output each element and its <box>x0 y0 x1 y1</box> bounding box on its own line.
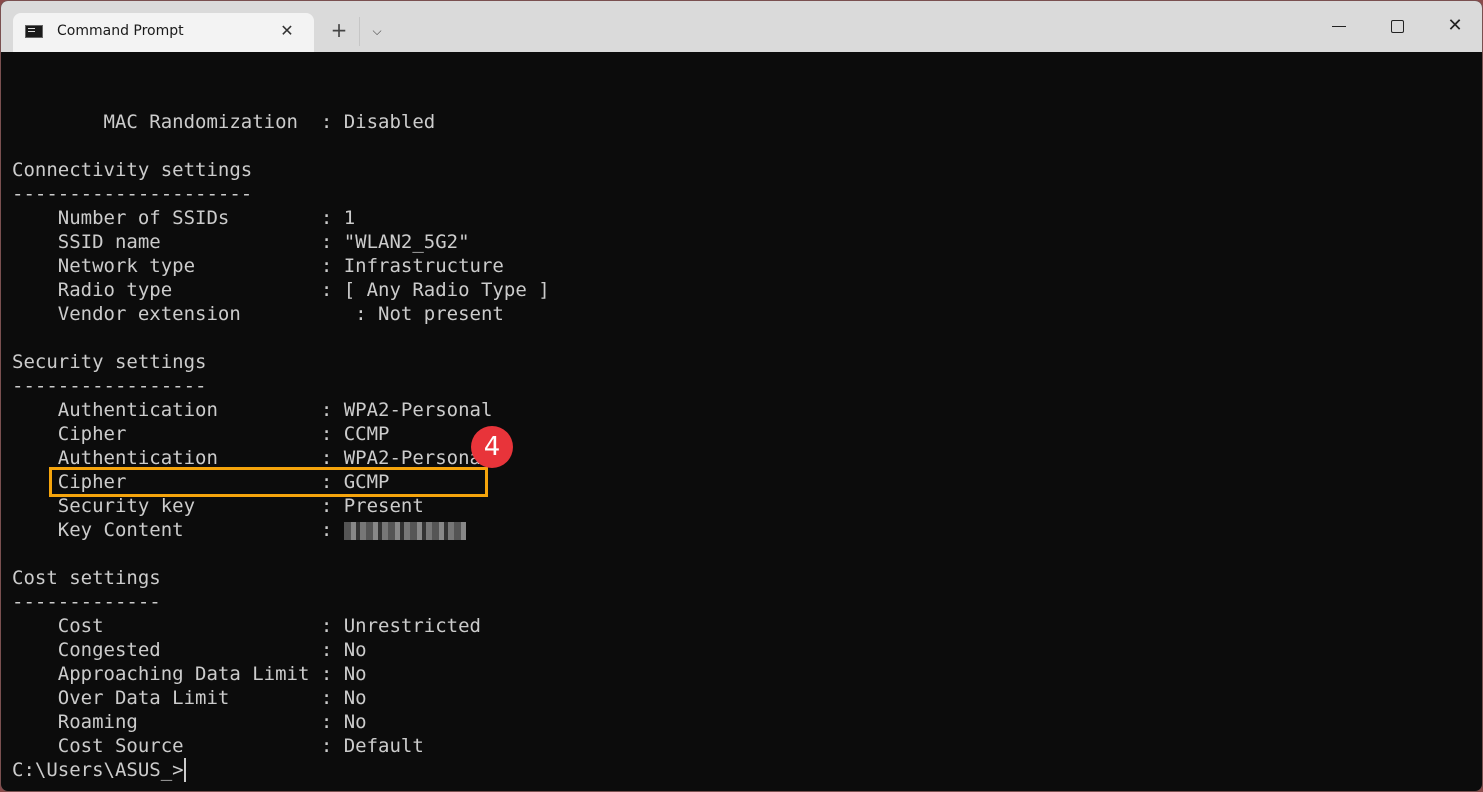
terminal-line: Cost : Unrestricted <box>12 615 481 637</box>
terminal-line: Security settings <box>12 351 207 373</box>
chevron-down-icon[interactable]: ⌵ <box>367 21 387 41</box>
minimize-button[interactable] <box>1324 11 1354 41</box>
key-content-highlight-box <box>49 467 488 497</box>
terminal-line: --------------------- <box>12 183 253 205</box>
tab-divider <box>359 17 360 46</box>
command-prompt-window: Command Prompt ✕ + ⌵ ✕ MAC Randomization… <box>0 0 1483 792</box>
terminal-line: ----------------- <box>12 375 207 397</box>
close-tab-icon[interactable]: ✕ <box>279 21 295 41</box>
terminal-icon <box>25 25 43 38</box>
terminal-line: Congested : No <box>12 639 367 661</box>
terminal-line: Vendor extension : Not present <box>12 303 504 325</box>
command-prompt-line[interactable]: C:\Users\ASUS_> <box>12 758 186 782</box>
terminal-line: Key Content : <box>12 518 1472 542</box>
terminal-line: Cost Source : Default <box>12 735 424 757</box>
terminal-line: Approaching Data Limit : No <box>12 663 367 685</box>
new-tab-button[interactable]: + <box>329 20 349 40</box>
maximize-button[interactable] <box>1382 11 1412 41</box>
title-bar: Command Prompt ✕ + ⌵ ✕ <box>1 1 1482 52</box>
redacted-key-content <box>343 521 466 540</box>
tab-command-prompt[interactable]: Command Prompt ✕ <box>13 13 314 52</box>
close-button[interactable]: ✕ <box>1440 11 1470 41</box>
text-cursor <box>183 758 186 782</box>
terminal-line: Authentication : WPA2-Personal <box>12 399 493 421</box>
terminal-line: Roaming : No <box>12 711 367 733</box>
terminal-line: MAC Randomization : Disabled <box>12 111 436 133</box>
prompt-text: C:\Users\ASUS_> <box>12 759 184 781</box>
terminal-line: Connectivity settings <box>12 159 253 181</box>
terminal-output[interactable]: MAC Randomization : Disabled Connectivity… <box>12 62 1472 782</box>
maximize-icon <box>1390 20 1404 33</box>
minimize-icon <box>1332 26 1346 27</box>
terminal-line: ------------- <box>12 591 161 613</box>
terminal-line: Cipher : CCMP <box>12 423 390 445</box>
terminal-line: SSID name : "WLAN2_5G2" <box>12 231 470 253</box>
terminal-line: Over Data Limit : No <box>12 687 367 709</box>
terminal-line: Security key : Present <box>12 495 424 517</box>
terminal-line: Number of SSIDs : 1 <box>12 207 356 229</box>
terminal-line: Cost settings <box>12 567 161 589</box>
terminal-line: Network type : Infrastructure <box>12 255 504 277</box>
tab-title: Command Prompt <box>57 23 184 39</box>
step-badge: 4 <box>471 426 513 468</box>
terminal-line: Radio type : [ Any Radio Type ] <box>12 279 550 301</box>
